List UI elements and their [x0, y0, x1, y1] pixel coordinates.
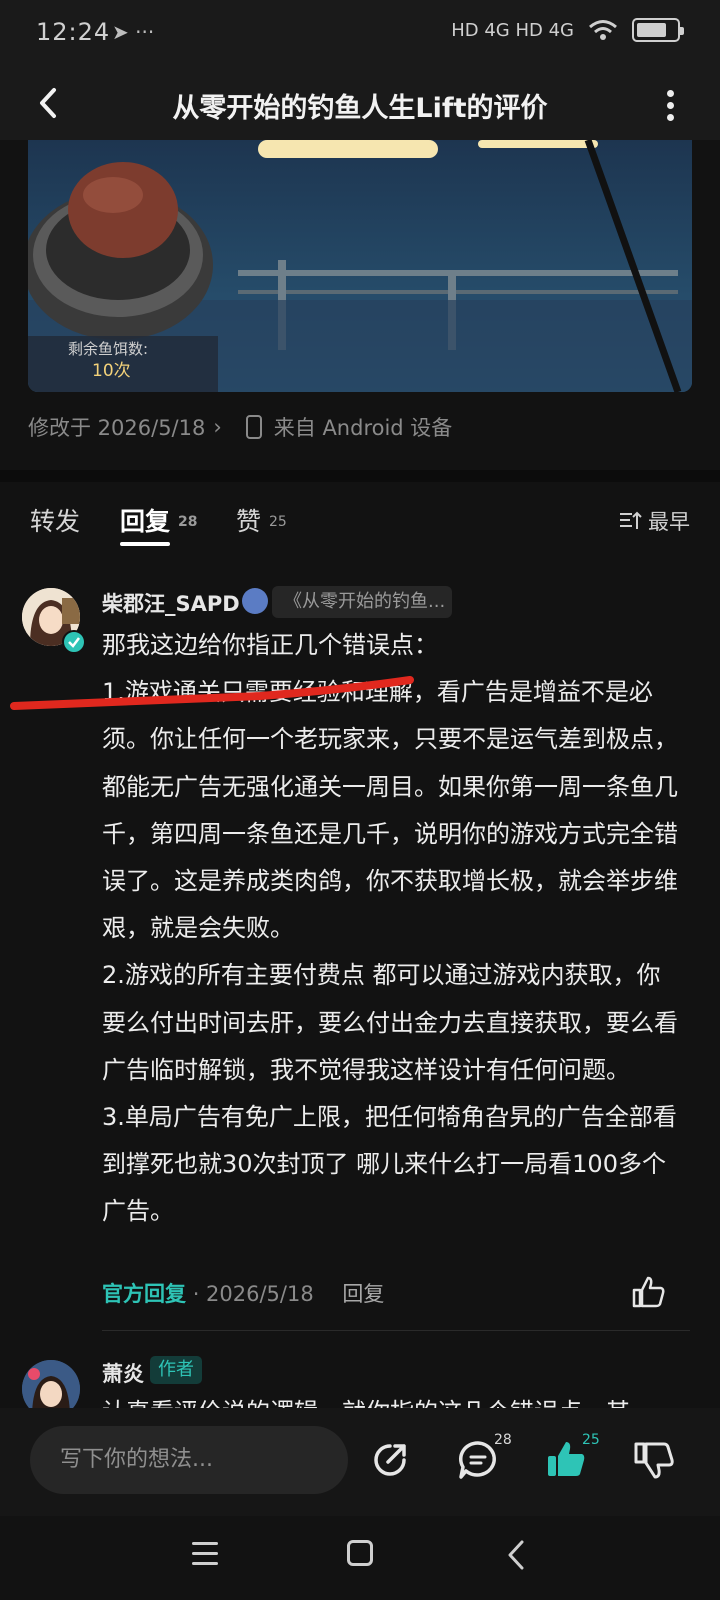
bait-label: 剩余鱼饵数:: [68, 340, 148, 358]
tab-likes[interactable]: 赞 25: [236, 502, 287, 538]
comment-paragraph: 3.单局广告有免广上限，把任何犄角旮旯的广告全部看到撑死也就30次封顶了 哪儿来…: [102, 1103, 677, 1226]
comment-input[interactable]: 写下你的想法...: [30, 1426, 348, 1494]
battery-icon: [632, 18, 684, 42]
user-level-icon: [242, 588, 268, 614]
phone-icon: [245, 415, 262, 439]
signal-icon: HD 4G HD 4G: [451, 19, 574, 41]
commenter-name[interactable]: 柴郡汪_SAPD: [102, 588, 240, 618]
home-icon[interactable]: [347, 1540, 373, 1566]
notification-icons: ➤ ···: [112, 20, 155, 44]
tab-forward[interactable]: 转发: [30, 502, 80, 538]
comment-paragraph: 那我这边给你指正几个错误点：: [102, 631, 438, 659]
chevron-right-icon: ›: [213, 415, 222, 439]
status-time: 12:24: [36, 18, 111, 46]
game-scene: 剩余鱼饵数: 10次: [28, 140, 692, 392]
thumbs-up-icon[interactable]: [630, 1274, 666, 1310]
reply-separator: [102, 1330, 690, 1331]
reply-author-name[interactable]: 萧炎: [102, 1358, 144, 1388]
back-arrow-icon[interactable]: [26, 80, 72, 126]
bottom-action-bar: 写下你的想法... 28 25: [0, 1408, 720, 1516]
status-right: HD 4G HD 4G: [451, 18, 684, 42]
thumbs-down-icon[interactable]: [632, 1438, 676, 1482]
tab-replies[interactable]: 回复 28: [120, 502, 198, 546]
sort-label: 最早: [648, 510, 690, 534]
referenced-game-tag[interactable]: 《从零开始的钓鱼...: [272, 586, 452, 618]
comment-count: 28: [494, 1432, 512, 1448]
comment-footer: 官方回复 · 2026/5/18 回复: [102, 1278, 384, 1308]
wifi-icon: [589, 20, 617, 40]
review-image[interactable]: 剩余鱼饵数: 10次: [28, 140, 692, 392]
like-count: 25: [582, 1432, 600, 1448]
red-underline-annotation: [10, 676, 414, 710]
tab-bar: 转发 回复 28 赞 25 最早: [0, 482, 720, 560]
bait-count: 10次: [92, 361, 131, 381]
device-source: 来自 Android 设备: [273, 416, 453, 440]
page-title: 从零开始的钓鱼人生Lift的评价: [172, 93, 548, 124]
sort-icon: [620, 511, 642, 529]
review-meta: 修改于 2026/5/18 › 来自 Android 设备: [28, 412, 452, 442]
top-app-bar: 从零开始的钓鱼人生Lift的评价: [0, 66, 720, 140]
system-back-icon[interactable]: [502, 1538, 532, 1572]
reply-button[interactable]: 回复: [342, 1282, 384, 1306]
official-reply-label: 官方回复: [102, 1282, 186, 1306]
recent-apps-icon[interactable]: [192, 1542, 218, 1566]
share-icon[interactable]: [368, 1438, 412, 1482]
replies-count: 28: [178, 514, 198, 530]
status-bar: 12:24 ➤ ··· HD 4G HD 4G: [0, 0, 720, 66]
comment-date: · 2026/5/18: [192, 1282, 314, 1306]
modified-date[interactable]: 修改于 2026/5/18: [28, 412, 205, 442]
more-options-icon[interactable]: [660, 86, 680, 122]
section-divider: [0, 470, 720, 482]
verified-badge-icon: [62, 630, 86, 654]
comment-paragraph: 2.游戏的所有主要付费点 都可以通过游戏内获取，你要么付出时间去肝，要么付出金力…: [102, 961, 678, 1084]
author-tag: 作者: [150, 1356, 202, 1384]
sort-button[interactable]: 最早: [620, 506, 690, 536]
system-navigation-bar: [0, 1516, 720, 1600]
likes-count: 25: [269, 514, 287, 530]
